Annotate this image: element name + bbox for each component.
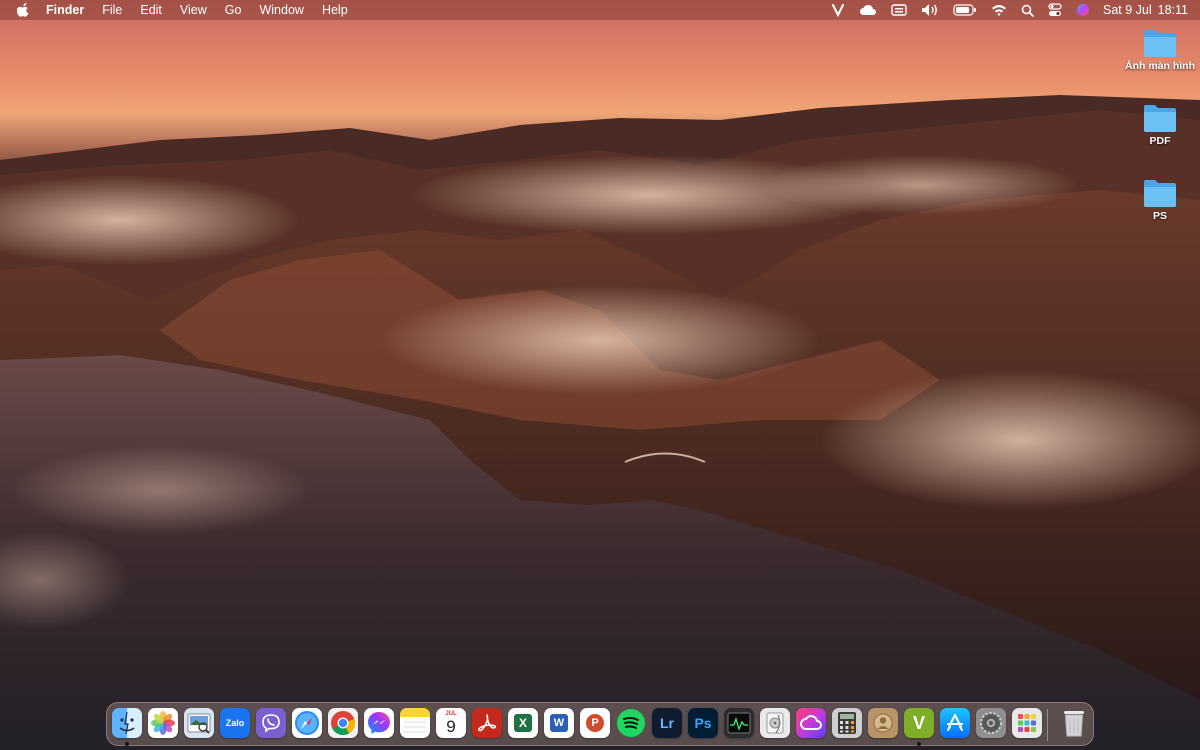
dock-separator — [1047, 709, 1048, 741]
folder-label: PS — [1152, 210, 1167, 222]
clock-time: 18:11 — [1157, 3, 1188, 17]
dock-zalo[interactable]: Zalo — [220, 708, 250, 738]
menu-edit[interactable]: Edit — [131, 0, 171, 20]
dock-app-store[interactable] — [940, 708, 970, 738]
photoshop-icon: Ps — [694, 715, 712, 731]
spotify-icon — [617, 709, 645, 737]
preview-icon — [187, 713, 211, 734]
folder-label: Ảnh màn hình — [1125, 60, 1195, 72]
dock-activity-monitor[interactable] — [724, 708, 754, 738]
calculator-icon — [838, 712, 856, 734]
dock-v-app[interactable]: V — [904, 708, 934, 738]
dock-spotify[interactable] — [616, 708, 646, 738]
battery-icon[interactable] — [946, 0, 984, 20]
menu-app-finder[interactable]: Finder — [46, 0, 93, 20]
powerpoint-icon: P — [586, 714, 604, 732]
menu-view[interactable]: View — [171, 0, 216, 20]
dock-notes[interactable] — [400, 708, 430, 738]
dock-calculator[interactable] — [832, 708, 862, 738]
menu-window[interactable]: Window — [250, 0, 312, 20]
trash-icon — [1064, 711, 1084, 737]
lightroom-icon: Lr — [660, 715, 674, 731]
dock-launchpad[interactable] — [1012, 708, 1042, 738]
excel-icon: X — [514, 714, 532, 732]
dock-calendar[interactable]: JUL 9 — [436, 708, 466, 738]
apple-menu-icon[interactable] — [14, 0, 32, 20]
messenger-icon — [368, 712, 390, 734]
control-center-icon[interactable] — [1041, 0, 1069, 20]
dock: Zalo JUL 9 X W P Lr Ps V — [106, 702, 1094, 746]
wifi-icon[interactable] — [984, 0, 1014, 20]
app-store-icon — [947, 714, 963, 731]
folder-icon — [1144, 180, 1176, 207]
folder-icon — [1144, 30, 1176, 57]
word-icon: W — [550, 714, 568, 732]
siri-icon[interactable] — [1069, 0, 1097, 20]
safari-icon — [295, 711, 319, 735]
desktop-folder-ps[interactable]: PS — [1125, 178, 1195, 223]
dock-safari[interactable] — [292, 708, 322, 738]
acrobat-icon — [478, 714, 496, 732]
notes-icon — [400, 708, 430, 733]
dock-disk-utility[interactable] — [760, 708, 790, 738]
dock-finder[interactable] — [112, 708, 142, 738]
finder-icon — [119, 711, 135, 735]
zalo-icon: Zalo — [225, 718, 245, 728]
folder-icon — [1144, 105, 1176, 132]
wallpaper-landscape — [0, 95, 1200, 750]
dock-acrobat[interactable] — [472, 708, 502, 738]
clock-date: Sat 9 Jul — [1103, 3, 1152, 17]
creative-cloud-icon — [800, 715, 822, 730]
dock-photos[interactable] — [148, 708, 178, 738]
desktop-wallpaper — [0, 0, 1200, 750]
disk-utility-icon — [766, 712, 784, 734]
system-preferences-icon — [980, 712, 1002, 734]
dock-system-preferences[interactable] — [976, 708, 1006, 738]
running-indicator-v-app — [917, 742, 921, 746]
chrome-icon — [331, 711, 356, 736]
dock-messenger[interactable] — [364, 708, 394, 738]
dock-preview[interactable] — [184, 708, 214, 738]
menu-help[interactable]: Help — [313, 0, 357, 20]
desktop-folder-screenshots[interactable]: Ảnh màn hình — [1125, 28, 1195, 73]
dock-powerpoint[interactable]: P — [580, 708, 610, 738]
keyboard-icon[interactable] — [884, 0, 914, 20]
dock-photoshop[interactable]: Ps — [688, 708, 718, 738]
menu-go[interactable]: Go — [216, 0, 251, 20]
dock-viber[interactable] — [256, 708, 286, 738]
dock-trash[interactable] — [1059, 708, 1089, 738]
photos-icon — [151, 711, 175, 735]
dock-lightroom[interactable]: Lr — [652, 708, 682, 738]
menubar-clock[interactable]: Sat 9 Jul 18:11 — [1097, 3, 1200, 17]
viber-status-icon[interactable] — [824, 0, 852, 20]
folder-label: PDF — [1149, 135, 1171, 147]
spotlight-search-icon[interactable] — [1014, 0, 1041, 20]
calendar-icon: 9 — [446, 716, 456, 736]
launchpad-icon — [1018, 714, 1036, 732]
dock-chrome[interactable] — [328, 708, 358, 738]
v-app-icon: V — [912, 712, 925, 733]
viber-icon — [262, 714, 280, 733]
running-indicator-finder — [125, 742, 129, 746]
volume-icon[interactable] — [914, 0, 946, 20]
menu-file[interactable]: File — [93, 0, 131, 20]
dock-creative-cloud[interactable] — [796, 708, 826, 738]
desktop-folder-pdf[interactable]: PDF — [1125, 103, 1195, 148]
icloud-icon[interactable] — [852, 0, 884, 20]
dock-word[interactable]: W — [544, 708, 574, 738]
menu-bar: Finder File Edit View Go Window Help Sat… — [0, 0, 1200, 20]
dock-contacts[interactable] — [868, 708, 898, 738]
contacts-icon — [873, 713, 893, 733]
activity-monitor-icon — [727, 712, 751, 734]
dock-excel[interactable]: X — [508, 708, 538, 738]
